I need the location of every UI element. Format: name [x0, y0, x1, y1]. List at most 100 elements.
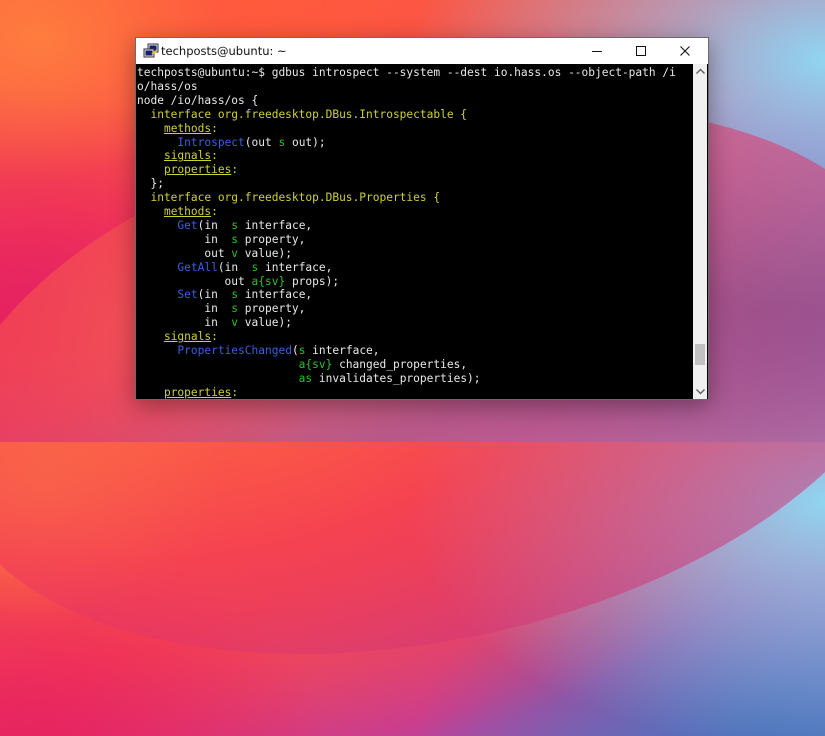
terminal-text: :: [211, 149, 218, 163]
terminal-text: :: [231, 385, 239, 399]
close-button[interactable]: [663, 38, 707, 64]
terminal-text: (in: [197, 218, 232, 232]
terminal-text: out: [137, 274, 252, 288]
putty-icon[interactable]: [143, 43, 159, 59]
terminal-text: :: [211, 205, 218, 218]
terminal-text: techposts@ubuntu:~$ gdbus introspect --s…: [137, 66, 676, 79]
terminal-line: interface org.freedesktop.DBus.Propertie…: [137, 191, 440, 205]
terminal-line: Introspect(out s out);: [137, 135, 326, 150]
terminal-text: (: [291, 344, 299, 357]
terminal-line: interface org.freedesktop.DBus.Introspec…: [137, 108, 467, 122]
terminal-line: techposts@ubuntu:~$ gdbus introspect --s…: [137, 66, 676, 80]
terminal-line: in s property,: [137, 233, 305, 247]
terminal-text: Introspect: [177, 135, 245, 149]
terminal-text: interface,: [238, 288, 313, 302]
scroll-down-icon: [695, 389, 705, 395]
terminal-text: in: [137, 232, 232, 246]
terminal-line: };: [137, 177, 164, 191]
terminal-text: interface,: [238, 218, 313, 232]
terminal-line: out v value);: [137, 247, 292, 261]
terminal-line: in s property,: [137, 302, 305, 316]
terminal-text: properties: [163, 163, 232, 177]
terminal-text: o/hass/os: [137, 79, 198, 93]
terminal-text: properties: [163, 385, 232, 399]
terminal-text: property,: [238, 302, 306, 316]
terminal-text: property,: [238, 232, 306, 246]
terminal-line: signals:: [137, 149, 218, 163]
terminal-text: props);: [285, 274, 340, 288]
terminal-line: node /io/hass/os {: [137, 94, 258, 108]
terminal-text: signals: [163, 330, 212, 344]
terminal-line: methods:: [137, 205, 218, 219]
title-bar[interactable]: techposts@ubuntu: ~: [136, 38, 708, 64]
terminal-text: :: [211, 330, 218, 344]
terminal-line: as invalidates_properties);: [137, 372, 481, 386]
terminal-line: Set(in s interface,: [137, 288, 312, 302]
terminal-line: out a{sv} props);: [137, 274, 340, 289]
minimize-button[interactable]: [575, 38, 619, 64]
terminal-text: methods: [163, 121, 212, 135]
terminal-text: a{sv}: [298, 357, 333, 371]
terminal-text: out);: [285, 135, 326, 149]
terminal-text: value);: [238, 246, 292, 260]
terminal-line: Get(in s interface,: [137, 219, 312, 233]
terminal-output[interactable]: techposts@ubuntu:~$ gdbus introspect --s…: [137, 64, 692, 399]
terminal-text: invalidates_properties);: [312, 371, 481, 385]
terminal-text: :: [211, 121, 218, 135]
terminal-text: in: [137, 302, 232, 316]
terminal-text: interface,: [258, 260, 333, 274]
terminal-text: interface org.freedesktop.DBus.Propertie…: [137, 191, 441, 205]
terminal-line: properties:: [137, 163, 238, 177]
terminal-line: o/hass/os: [137, 80, 198, 94]
terminal-text: GetAll: [177, 260, 218, 274]
scroll-up-icon: [695, 68, 705, 74]
minimize-icon: [592, 51, 602, 52]
terminal-text: methods: [163, 205, 212, 218]
terminal-line: a{sv} changed_properties,: [137, 358, 467, 372]
terminal-text: (in: [197, 288, 232, 302]
vertical-scrollbar[interactable]: [693, 64, 707, 399]
scroll-down-button[interactable]: [693, 385, 707, 399]
terminal-text: node /io/hass/os {: [137, 93, 259, 107]
close-icon: [680, 46, 690, 56]
maximize-icon: [636, 46, 646, 56]
terminal-text: a{sv}: [251, 274, 286, 288]
terminal-text: PropertiesChanged: [177, 344, 292, 357]
terminal-line: GetAll(in s interface,: [137, 261, 332, 275]
terminal-line: PropertiesChanged(s interface,: [137, 344, 380, 358]
maximize-button[interactable]: [619, 38, 663, 64]
terminal-text: as: [298, 371, 313, 385]
terminal-text: out: [137, 246, 232, 260]
window-title: techposts@ubuntu: ~: [161, 44, 287, 58]
terminal-text: Set: [177, 288, 198, 302]
terminal-text: interface org.freedesktop.DBus.Introspec…: [137, 107, 468, 121]
terminal-text: (out: [244, 135, 279, 149]
terminal-text: signals: [163, 149, 212, 163]
terminal-text: interface,: [305, 344, 380, 357]
terminal-text: Get: [177, 218, 198, 232]
terminal-window[interactable]: techposts@ubuntu: ~ techposts@ubuntu:~$ …: [135, 37, 709, 400]
terminal-text: changed_properties,: [332, 357, 468, 371]
terminal-text: };: [137, 177, 164, 191]
terminal-line: methods:: [137, 122, 218, 136]
terminal-text: value);: [238, 316, 292, 330]
terminal-line: signals:: [137, 330, 218, 344]
terminal-line: properties:: [137, 386, 238, 399]
scrollbar-thumb[interactable]: [695, 343, 705, 365]
terminal-text: in: [137, 316, 232, 330]
scroll-up-button[interactable]: [693, 64, 707, 78]
terminal-text: (in: [217, 260, 252, 274]
terminal-text: :: [231, 163, 239, 177]
